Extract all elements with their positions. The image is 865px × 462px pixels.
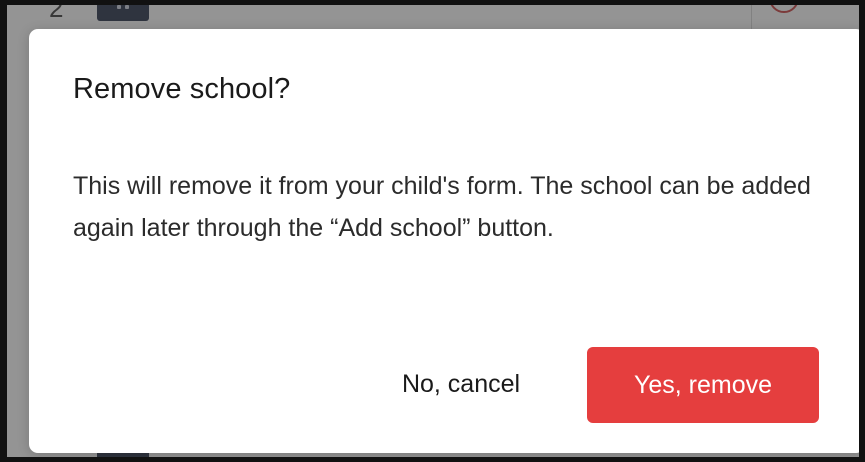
confirm-remove-button[interactable]: Yes, remove xyxy=(587,347,819,423)
screen-frame: 2 Remove school? This will remove it fro… xyxy=(0,0,865,462)
cancel-button[interactable]: No, cancel xyxy=(371,347,551,421)
dialog-message: This will remove it from your child's fo… xyxy=(73,172,811,242)
dialog-title: Remove school? xyxy=(73,73,291,105)
remove-school-dialog: Remove school? This will remove it from … xyxy=(29,29,859,453)
